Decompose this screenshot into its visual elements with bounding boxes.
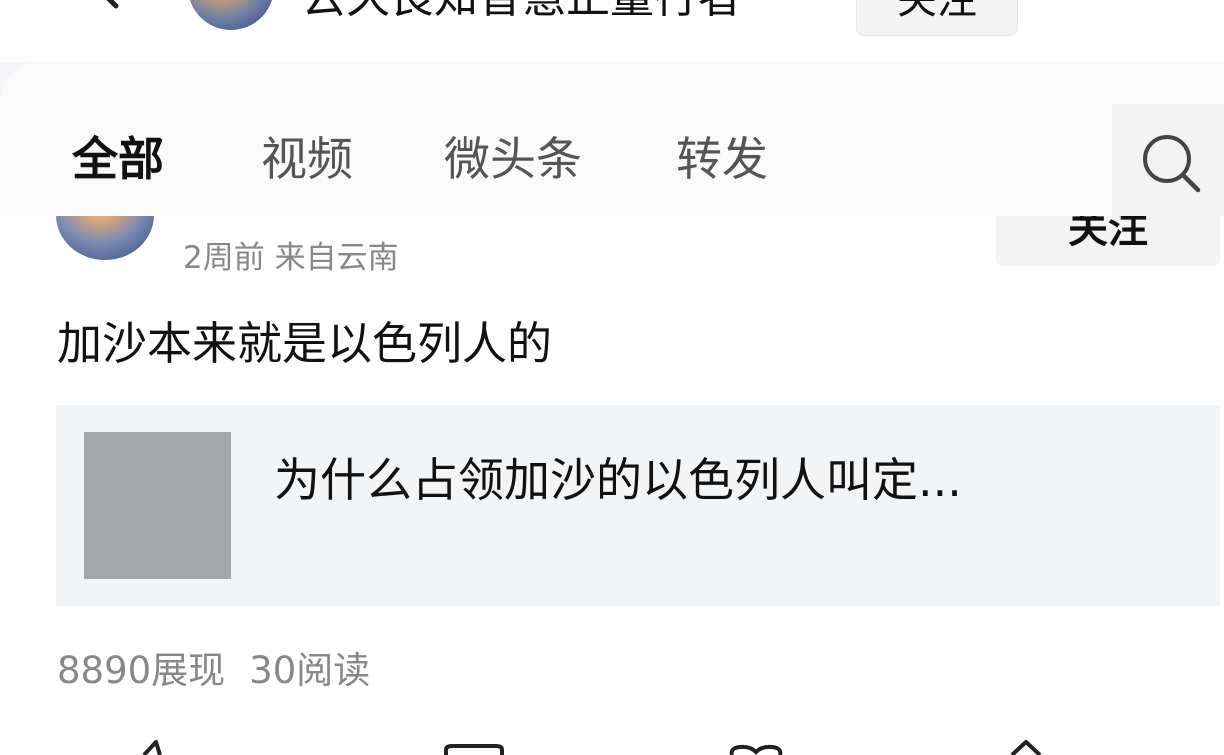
linked-article-card[interactable]: 为什么占领加沙的以色列人叫定... (56, 405, 1220, 606)
forward-icon[interactable] (1004, 730, 1048, 755)
tab-video[interactable]: 视频 (261, 128, 353, 190)
reads-count: 30阅读 (249, 649, 371, 692)
tab-micro-headline[interactable]: 微头条 (444, 128, 582, 190)
header-follow-button[interactable]: 关注 (856, 0, 1018, 36)
author-avatar[interactable] (188, 0, 274, 30)
top-header: 云久良知智慧正量行者 关注 (0, 0, 1224, 62)
comment-icon[interactable] (442, 730, 506, 755)
post-stats: 8890展现 30阅读 (57, 640, 370, 694)
like-icon[interactable] (728, 730, 784, 755)
tab-bar (0, 62, 1224, 216)
author-name: 云久良知智慧正量行者 (302, 0, 742, 22)
tab-all[interactable]: 全部 (72, 128, 164, 190)
post-action-bar (0, 730, 1224, 755)
post-text: 加沙本来就是以色列人的 (57, 317, 553, 370)
header-follow-label: 关注 (897, 0, 977, 23)
tab-repost[interactable]: 转发 (676, 128, 768, 190)
post-meta: 2周前 来自云南 (183, 240, 399, 276)
search-icon[interactable] (1140, 132, 1202, 194)
article-thumbnail (84, 432, 231, 579)
article-title: 为什么占领加沙的以色列人叫定... (274, 453, 962, 507)
share-icon[interactable] (136, 730, 176, 755)
impressions-count: 8890展现 (57, 649, 226, 692)
chevron-left-icon[interactable] (80, 0, 140, 20)
